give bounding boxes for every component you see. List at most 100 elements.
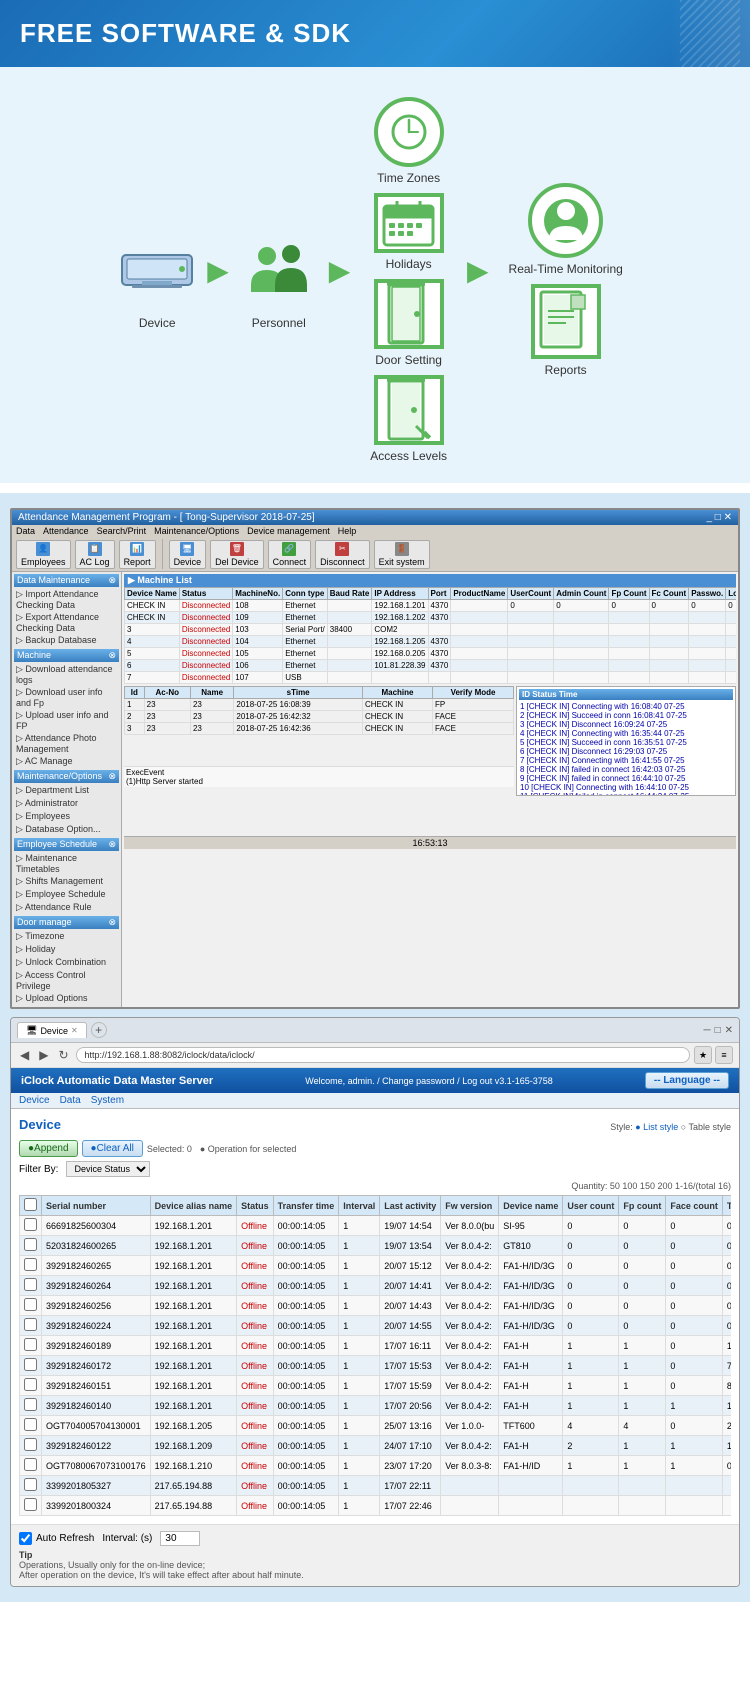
operation-btn[interactable]: ● Operation for selected (196, 1144, 301, 1154)
sidebar-item-acp[interactable]: ▷ Access Control Privilege (14, 969, 119, 992)
machine-table-row[interactable]: 6 Disconnected 106 Ethernet 101.81.228.3… (125, 660, 737, 672)
device-table-row[interactable]: 3929182460264 192.168.1.201 Offline 00:0… (20, 1276, 732, 1296)
dev-cb[interactable] (20, 1376, 42, 1396)
row-checkbox[interactable] (24, 1498, 37, 1511)
list-style-btn[interactable]: ● List style (635, 1122, 680, 1132)
dev-cb[interactable] (20, 1356, 42, 1376)
minimize-btn[interactable]: ─ (703, 1025, 710, 1036)
sidebar-item-deptlist[interactable]: ▷ Department List (14, 784, 119, 797)
menu-attendance[interactable]: Attendance (43, 526, 89, 536)
sw-menubar[interactable]: Data Attendance Search/Print Maintenance… (12, 525, 738, 537)
row-checkbox[interactable] (24, 1318, 37, 1331)
device-table-row[interactable]: 3929182460151 192.168.1.201 Offline 00:0… (20, 1376, 732, 1396)
row-checkbox[interactable] (24, 1298, 37, 1311)
browser-tab-device[interactable]: 🖥 Device ✕ (17, 1022, 87, 1038)
auto-refresh-checkbox[interactable] (19, 1532, 32, 1545)
sidebar-item-photomgmt[interactable]: ▷ Attendance Photo Management (14, 732, 119, 755)
row-checkbox[interactable] (24, 1438, 37, 1451)
nav-system[interactable]: System (91, 1095, 124, 1106)
menu-data[interactable]: Data (16, 526, 35, 536)
sidebar-item-empschedule[interactable]: ▷ Employee Schedule (14, 888, 119, 901)
sidebar-item-shifts[interactable]: ▷ Shifts Management (14, 875, 119, 888)
language-btn[interactable]: -- Language -- (645, 1072, 729, 1089)
device-table-row[interactable]: OGT704005704130001 192.168.1.205 Offline… (20, 1416, 732, 1436)
row-checkbox[interactable] (24, 1458, 37, 1471)
close-btn[interactable]: ✕ (725, 1025, 733, 1036)
dev-cb[interactable] (20, 1256, 42, 1276)
dev-cb[interactable] (20, 1276, 42, 1296)
sidebar-item-timezone[interactable]: ▷ Timezone (14, 930, 119, 943)
machine-table-row[interactable]: CHECK IN Disconnected 109 Ethernet 192.1… (125, 612, 737, 624)
row-checkbox[interactable] (24, 1238, 37, 1251)
table-style-btn[interactable]: ○ Table style (681, 1122, 731, 1132)
back-btn[interactable]: ◀ (17, 1047, 32, 1063)
sidebar-item-acmanage[interactable]: ▷ AC Manage (14, 755, 119, 768)
device-table-row[interactable]: 3929182460140 192.168.1.201 Offline 00:0… (20, 1396, 732, 1416)
btn-deldevice[interactable]: 🗑 Del Device (210, 540, 264, 569)
btn-aclog[interactable]: 📋 AC Log (75, 540, 115, 569)
tab-close-btn[interactable]: ✕ (71, 1026, 78, 1035)
sidebar-item-holiday[interactable]: ▷ Holiday (14, 943, 119, 956)
event-table-row[interactable]: 1 23 23 2018-07-25 16:08:39 CHECK IN FP (125, 699, 514, 711)
menu-btn[interactable]: ≡ (715, 1046, 733, 1064)
row-checkbox[interactable] (24, 1258, 37, 1271)
btn-exit[interactable]: 🚪 Exit system (374, 540, 430, 569)
device-table-row[interactable]: 3929182460122 192.168.1.209 Offline 00:0… (20, 1436, 732, 1456)
sidebar-item-unlock[interactable]: ▷ Unlock Combination (14, 956, 119, 969)
device-table-row[interactable]: 3399201800324 217.65.194.88 Offline 00:0… (20, 1496, 732, 1516)
dev-cb[interactable] (20, 1336, 42, 1356)
url-bar[interactable]: http://192.168.1.88:8082/iclock/data/icl… (76, 1047, 690, 1063)
device-table-row[interactable]: 3929182460224 192.168.1.201 Offline 00:0… (20, 1316, 732, 1336)
row-checkbox[interactable] (24, 1218, 37, 1231)
new-tab-btn[interactable]: + (91, 1022, 107, 1038)
device-table-row[interactable]: OGT7080067073100176 192.168.1.210 Offlin… (20, 1456, 732, 1476)
device-table-row[interactable]: 3929182460265 192.168.1.201 Offline 00:0… (20, 1256, 732, 1276)
refresh-btn[interactable]: ↻ (55, 1047, 71, 1063)
dev-cb[interactable] (20, 1396, 42, 1416)
machine-table-row[interactable]: CHECK IN Disconnected 108 Ethernet 192.1… (125, 600, 737, 612)
filter-select[interactable]: Device Status (66, 1161, 150, 1177)
append-btn[interactable]: ●Append (19, 1140, 78, 1157)
btn-connect[interactable]: 🔗 Connect (268, 540, 312, 569)
interval-input[interactable]: 30 (160, 1531, 200, 1546)
dev-cb[interactable] (20, 1236, 42, 1256)
sidebar-item-timetables[interactable]: ▷ Maintenance Timetables (14, 852, 119, 875)
device-table-row[interactable]: 3399201805327 217.65.194.88 Offline 00:0… (20, 1476, 732, 1496)
btn-report[interactable]: 📊 Report (119, 540, 156, 569)
nav-data[interactable]: Data (60, 1095, 81, 1106)
sidebar-item-downloadlogs[interactable]: ▷ Download attendance logs (14, 663, 119, 686)
select-all-cb[interactable] (24, 1198, 37, 1211)
sw-machine-list-tab[interactable]: ▶ Machine List (124, 574, 736, 587)
sidebar-item-import[interactable]: ▷ Import Attendance Checking Data (14, 588, 119, 611)
event-table-row[interactable]: 3 23 23 2018-07-25 16:42:36 CHECK IN FAC… (125, 723, 514, 735)
clear-btn[interactable]: ●Clear All (82, 1140, 143, 1157)
row-checkbox[interactable] (24, 1478, 37, 1491)
sidebar-item-backup[interactable]: ▷ Backup Database (14, 634, 119, 647)
device-table-row[interactable]: 3929182460189 192.168.1.201 Offline 00:0… (20, 1336, 732, 1356)
menu-search[interactable]: Search/Print (97, 526, 147, 536)
dev-cb[interactable] (20, 1296, 42, 1316)
btn-disconnect[interactable]: ✂ Disconnect (315, 540, 370, 569)
btn-employees[interactable]: 👤 Employees (16, 540, 71, 569)
dev-cb[interactable] (20, 1216, 42, 1236)
row-checkbox[interactable] (24, 1398, 37, 1411)
dev-cb[interactable] (20, 1416, 42, 1436)
menu-device-mgmt[interactable]: Device management (247, 526, 330, 536)
star-btn[interactable]: ★ (694, 1046, 712, 1064)
row-checkbox[interactable] (24, 1358, 37, 1371)
device-table-row[interactable]: 3929182460256 192.168.1.201 Offline 00:0… (20, 1296, 732, 1316)
machine-table-row[interactable]: 3 Disconnected 103 Serial Port/ 38400 CO… (125, 624, 737, 636)
dev-cb[interactable] (20, 1476, 42, 1496)
maximize-btn[interactable]: □ (715, 1025, 721, 1036)
device-table-row[interactable]: 3929182460172 192.168.1.201 Offline 00:0… (20, 1356, 732, 1376)
menu-maintenance[interactable]: Maintenance/Options (154, 526, 239, 536)
sidebar-item-employees[interactable]: ▷ Employees (14, 810, 119, 823)
sidebar-item-attrule[interactable]: ▷ Attendance Rule (14, 901, 119, 914)
dev-cb[interactable] (20, 1436, 42, 1456)
sidebar-item-uploadopts[interactable]: ▷ Upload Options (14, 992, 119, 1005)
sidebar-item-admin[interactable]: ▷ Administrator (14, 797, 119, 810)
machine-table-row[interactable]: 4 Disconnected 104 Ethernet 192.168.1.20… (125, 636, 737, 648)
forward-btn[interactable]: ▶ (36, 1047, 51, 1063)
dev-cb[interactable] (20, 1496, 42, 1516)
menu-help[interactable]: Help (338, 526, 357, 536)
